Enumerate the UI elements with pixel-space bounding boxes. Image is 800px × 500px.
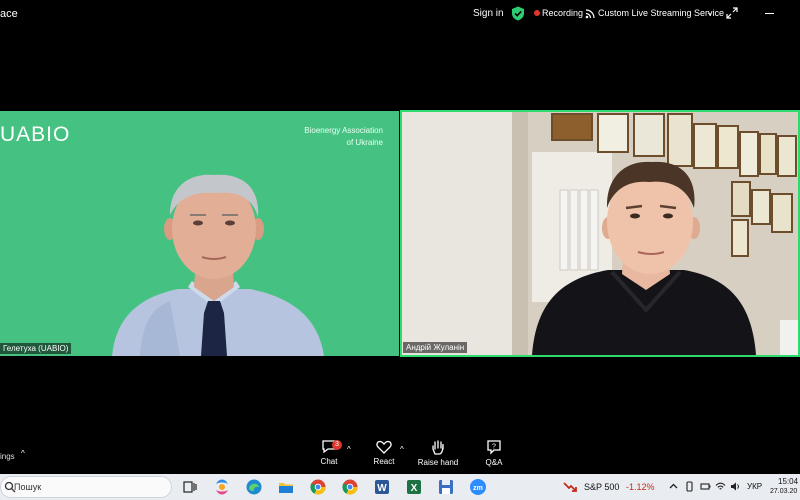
wifi-icon[interactable] — [715, 481, 726, 492]
task-view-icon[interactable] — [181, 478, 199, 496]
top-bar: ace Sign in Recording Custom Live Stream… — [0, 0, 800, 28]
taskbar-search[interactable]: Пошук — [0, 476, 172, 498]
live-stream-icon — [585, 9, 595, 19]
participant-name-tag: Андрій Жуланін — [403, 342, 468, 353]
save-disk-icon[interactable] — [437, 478, 455, 496]
qa-label: Q&A — [485, 458, 503, 467]
clock-date[interactable]: 27.03.20 — [770, 488, 797, 495]
react-label: React — [373, 457, 395, 466]
chrome-icon[interactable] — [309, 478, 327, 496]
heart-icon — [376, 440, 392, 454]
copilot-icon[interactable] — [213, 478, 231, 496]
window-title: ace — [0, 8, 18, 20]
chevron-up-icon[interactable]: ^ — [400, 445, 404, 454]
chevron-up-icon[interactable]: ^ — [21, 449, 25, 458]
chat-button[interactable]: Chat — [307, 440, 351, 466]
input-language[interactable]: УКР — [747, 482, 762, 491]
chat-unread-badge: 3 — [332, 440, 342, 450]
ticker-change: -1.12% — [626, 482, 655, 492]
chrome-profile-icon[interactable] — [341, 478, 359, 496]
qa-button[interactable]: ? Q&A — [472, 440, 516, 467]
raise-hand-button[interactable]: Raise hand — [416, 440, 460, 467]
file-explorer-icon[interactable] — [277, 478, 295, 496]
svg-text:W: W — [377, 483, 387, 494]
minimize-icon[interactable] — [765, 13, 774, 14]
chevron-up-icon[interactable] — [668, 481, 679, 492]
recording-dot-icon — [534, 10, 540, 16]
shield-check-icon[interactable] — [511, 6, 525, 21]
phone-link-icon[interactable] — [684, 481, 695, 492]
edge-icon[interactable] — [245, 478, 263, 496]
participant-video-zhulanin — [402, 112, 798, 355]
svg-text:?: ? — [492, 444, 496, 451]
battery-icon[interactable] — [700, 481, 711, 492]
expand-icon[interactable] — [726, 7, 738, 19]
recording-label[interactable]: Recording — [542, 8, 583, 18]
zoom-icon[interactable]: zm — [469, 478, 487, 496]
settings-button[interactable]: ings — [0, 452, 15, 461]
question-icon: ? — [487, 440, 501, 455]
clock-time[interactable]: 15:04 — [778, 477, 798, 486]
hand-icon — [432, 440, 444, 455]
word-icon[interactable]: W — [373, 478, 391, 496]
chevron-down-icon[interactable]: ⌄ — [706, 7, 714, 18]
windows-taskbar: Пошук W X zm S&P 500 -1.12% УКР 15:04 27… — [0, 474, 800, 500]
ticker-name[interactable]: S&P 500 — [584, 482, 619, 492]
svg-text:X: X — [411, 483, 418, 494]
excel-icon[interactable]: X — [405, 478, 423, 496]
chevron-up-icon[interactable]: ^ — [347, 445, 351, 454]
sign-in-link[interactable]: Sign in — [473, 8, 504, 19]
stock-down-icon[interactable] — [563, 481, 577, 493]
video-tile-zhulanin[interactable]: Андрій Жуланін — [400, 110, 800, 357]
search-placeholder: Пошук — [14, 482, 42, 492]
participant-name-tag: Гелетуха (UABIO) — [0, 343, 72, 354]
svg-text:zm: zm — [473, 485, 483, 492]
volume-icon[interactable] — [730, 481, 741, 492]
participant-video-geletukha — [112, 174, 324, 356]
video-tile-geletukha[interactable]: UABIO Bioenergy Association of Ukraine Г… — [0, 111, 399, 356]
chat-label: Chat — [320, 457, 338, 466]
raise-hand-label: Raise hand — [417, 458, 459, 467]
